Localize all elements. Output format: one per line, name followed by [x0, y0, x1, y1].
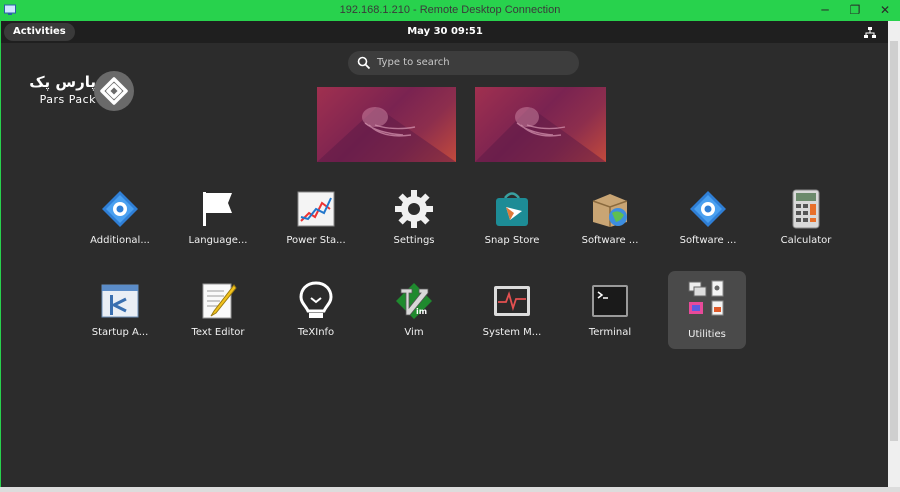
app-texinfo[interactable]: TeXInfo — [267, 281, 365, 359]
power-statistics-icon — [297, 191, 335, 227]
app-settings[interactable]: Settings — [365, 189, 463, 267]
restore-button[interactable]: ❐ — [840, 0, 870, 21]
app-label: Power Sta... — [286, 235, 346, 246]
app-label: Text Editor — [191, 327, 245, 338]
workspace-thumbnail-1[interactable] — [317, 87, 456, 162]
system-monitor-icon — [494, 286, 530, 316]
app-language-support[interactable]: Language... — [169, 189, 267, 267]
app-startup-applications[interactable]: Startup A... — [71, 281, 169, 359]
app-label: Software ... — [679, 235, 737, 246]
app-vim[interactable]: im Vim — [365, 281, 463, 359]
clock[interactable]: May 30 09:51 — [1, 21, 889, 43]
search-box[interactable]: Type to search — [348, 51, 579, 75]
app-label: Startup A... — [91, 327, 149, 338]
watermark-name-fa: پارس پک — [29, 73, 96, 91]
texinfo-icon — [299, 281, 333, 318]
app-label: Calculator — [780, 235, 832, 246]
additional-drivers-icon — [102, 191, 138, 227]
app-terminal[interactable]: Terminal — [561, 281, 659, 359]
settings-icon — [395, 190, 433, 228]
rdp-titlebar: 192.168.1.210 - Remote Desktop Connectio… — [0, 0, 900, 21]
search-placeholder: Type to search — [377, 57, 450, 68]
scrollbar-thumb[interactable] — [890, 41, 898, 441]
workspace-thumbnail-2[interactable] — [475, 87, 606, 162]
minimize-button[interactable]: ─ — [810, 0, 840, 21]
terminal-icon — [592, 285, 628, 317]
search-icon — [357, 56, 371, 70]
app-folder-utilities[interactable]: Utilities — [668, 271, 746, 349]
app-software-updater[interactable]: Software ... — [561, 189, 659, 267]
parspack-logo-icon — [94, 71, 134, 111]
text-editor-icon — [202, 283, 237, 319]
app-label: Additional... — [90, 235, 150, 246]
software-updater-icon — [592, 194, 628, 227]
language-support-icon — [203, 192, 232, 226]
network-icon[interactable] — [864, 27, 876, 38]
calculator-icon — [792, 189, 820, 229]
app-label: Language... — [188, 235, 248, 246]
window-title: 192.168.1.210 - Remote Desktop Connectio… — [339, 4, 561, 16]
app-additional-drivers[interactable]: Additional... — [71, 189, 169, 267]
app-calculator[interactable]: Calculator — [757, 189, 855, 267]
app-label: Software ... — [581, 235, 639, 246]
app-system-monitor[interactable]: System M... — [463, 281, 561, 359]
app-software-properties[interactable]: Software ... — [659, 189, 757, 267]
parspack-watermark: پارس پک Pars Pack — [26, 71, 136, 131]
watermark-name-en: Pars Pack — [39, 93, 96, 106]
app-label: Settings — [393, 235, 435, 246]
utilities-folder-icon — [688, 280, 724, 316]
app-label: Vim — [404, 327, 424, 338]
jellyfish-wallpaper-icon — [317, 107, 456, 162]
app-label: Snap Store — [484, 235, 540, 246]
startup-applications-icon — [101, 284, 139, 318]
app-label: Terminal — [588, 327, 632, 338]
svg-text:im: im — [416, 307, 427, 316]
gnome-overview: Activities May 30 09:51 پارس پک Pars Pac… — [0, 21, 889, 487]
app-snap-store[interactable]: Snap Store — [463, 189, 561, 267]
jellyfish-wallpaper-icon — [475, 107, 606, 162]
horizontal-scrollbar[interactable] — [0, 487, 900, 492]
snap-store-icon — [496, 192, 528, 226]
software-properties-icon — [690, 191, 726, 227]
vertical-scrollbar[interactable] — [888, 21, 900, 487]
app-label: Utilities — [688, 329, 726, 340]
top-bar: Activities May 30 09:51 — [1, 21, 889, 43]
app-power-statistics[interactable]: Power Sta... — [267, 189, 365, 267]
vim-icon: im — [396, 283, 432, 319]
close-button[interactable]: ✕ — [870, 0, 900, 21]
app-label: System M... — [482, 327, 542, 338]
app-text-editor[interactable]: Text Editor — [169, 281, 267, 359]
app-label: TeXInfo — [297, 327, 335, 338]
